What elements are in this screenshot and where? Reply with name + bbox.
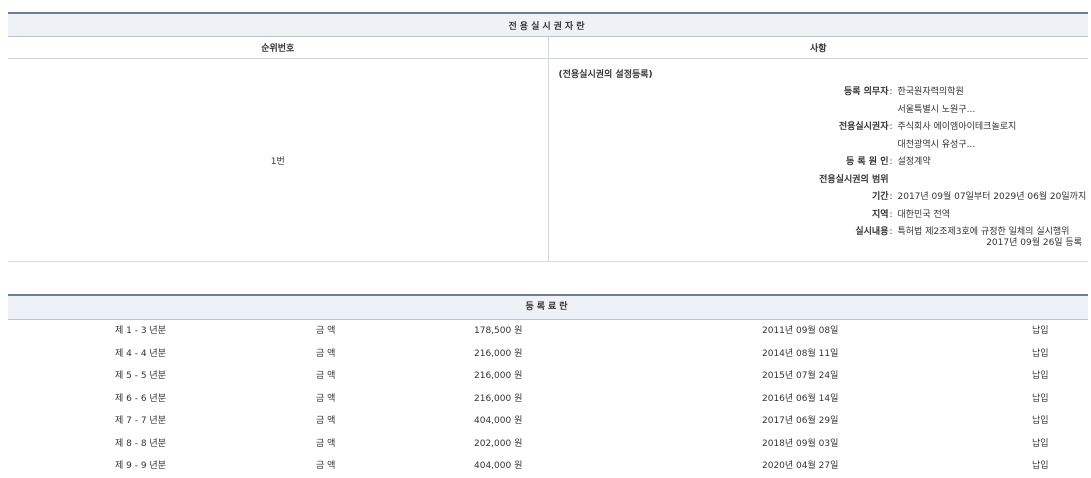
column-header-detail: 사항 xyxy=(548,37,1088,59)
detail-label: 기간 xyxy=(872,189,889,207)
fee-amount: 216,000 원 xyxy=(474,343,522,366)
fee-paid-date: 2017년 06월 29일 xyxy=(762,410,838,433)
detail-row: 서울특별시 노원구... xyxy=(549,102,1091,120)
detail-label: 등 록 원 인 xyxy=(846,154,889,172)
fee-amount: 216,000 원 xyxy=(474,365,522,388)
detail-label: 등록 의무자 xyxy=(844,84,889,102)
fee-period: 제 9 - 9 년분 xyxy=(115,455,166,478)
fee-amount: 404,000 원 xyxy=(474,455,522,478)
fee-row: 제 4 - 4 년분 금 액 216,000 원 2014년 08월 11일 납입 xyxy=(8,343,1088,366)
detail-label: 전용실시권자 xyxy=(839,119,889,137)
fee-paid-date: 2020년 04월 27일 xyxy=(762,455,838,478)
detail-colon: : xyxy=(890,154,893,172)
detail-value: 주식회사 에이엠아이테크놀로지 xyxy=(898,119,1017,137)
fee-paid-date: 2014년 08월 11일 xyxy=(762,343,838,366)
fee-paid-date: 2015년 07월 24일 xyxy=(762,365,838,388)
detail-row: 대전광역시 유성구... xyxy=(549,137,1091,155)
detail-row: 등 록 원 인: 설정계약 xyxy=(549,154,1091,172)
detail-row: 기간:2017년 09월 07일부터 2029년 06월 20일까지 xyxy=(549,189,1091,207)
fee-row: 제 6 - 6 년분 금 액 216,000 원 2016년 06월 14일 납입 xyxy=(8,388,1088,411)
detail-colon: : xyxy=(890,207,893,225)
fee-paid-date: 2018년 09월 03일 xyxy=(762,433,838,456)
detail-rows: 등록 의무자: 한국원자력의학원서울특별시 노원구... 전용실시권자: 주식회사 에… xyxy=(549,84,1091,242)
detail-label: 실시내용 xyxy=(855,224,888,242)
fee-amount-label: 금 액 xyxy=(316,320,335,343)
column-header-rank: 순위번호 xyxy=(8,37,548,59)
detail-row: 지역: 대한민국 전역 xyxy=(549,207,1091,225)
fee-row: 제 5 - 5 년분 금 액 216,000 원 2015년 07월 24일 납입 xyxy=(8,365,1088,388)
detail-cell: (전용실시권의 설정등록) 등록 의무자: 한국원자력의학원서울특별시 노원구..… xyxy=(548,59,1088,262)
detail-label: 전용실시권의 범위 xyxy=(819,172,888,190)
detail-value: 2017년 09월 07일부터 2029년 06월 20일까지 xyxy=(898,189,1087,207)
fee-paid-date: 2011년 09월 08일 xyxy=(762,320,838,343)
page: 전용실시권자란 순위번호 사항 1번 (전용실시권의 설정등록) 등록 의무자:… xyxy=(0,0,1091,478)
fee-period: 제 8 - 8 년분 xyxy=(115,433,166,456)
fee-section-title: 등록료란 xyxy=(8,294,1088,320)
fee-amount-label: 금 액 xyxy=(316,410,335,433)
detail-value: 대전광역시 유성구... xyxy=(898,137,976,155)
detail-row: 전용실시권자: 주식회사 에이엠아이테크놀로지 xyxy=(549,119,1091,137)
fee-amount-label: 금 액 xyxy=(316,365,335,388)
section-title: 전용실시권자란 xyxy=(8,13,1088,37)
registered-date: 2017년 09월 26일 등록 xyxy=(986,235,1082,248)
detail-row: 전용실시권의 범위 xyxy=(549,172,1091,190)
detail-colon: : xyxy=(890,84,893,102)
detail-colon: : xyxy=(890,189,893,207)
detail-value: 한국원자력의학원 xyxy=(898,84,964,102)
fee-amount: 202,000 원 xyxy=(474,433,522,456)
fee-status: 납입 xyxy=(1032,365,1049,388)
fee-amount-label: 금 액 xyxy=(316,343,335,366)
detail-colon: : xyxy=(890,119,893,137)
fee-amount-label: 금 액 xyxy=(316,433,335,456)
fee-amount-label: 금 액 xyxy=(316,455,335,478)
fee-status: 납입 xyxy=(1032,388,1049,411)
fee-amount: 178,500 원 xyxy=(474,320,522,343)
fee-row: 제 9 - 9 년분 금 액 404,000 원 2020년 04월 27일 납입 xyxy=(8,455,1088,478)
rank-number: 1번 xyxy=(8,59,548,262)
detail-value: 서울특별시 노원구... xyxy=(898,102,976,120)
fee-amount-label: 금 액 xyxy=(316,388,335,411)
fee-row: 제 7 - 7 년분 금 액 404,000 원 2017년 06월 29일 납입 xyxy=(8,410,1088,433)
detail-label: 지역 xyxy=(872,207,889,225)
fee-status: 납입 xyxy=(1032,455,1049,478)
detail-colon: : xyxy=(890,224,893,242)
detail-value: 대한민국 전역 xyxy=(898,207,951,225)
fee-status: 납입 xyxy=(1032,320,1049,343)
fee-status: 납입 xyxy=(1032,433,1049,456)
fee-amount: 216,000 원 xyxy=(474,388,522,411)
detail-row: 등록 의무자: 한국원자력의학원 xyxy=(549,84,1091,102)
fee-period: 제 4 - 4 년분 xyxy=(115,343,166,366)
fee-period: 제 5 - 5 년분 xyxy=(115,365,166,388)
fee-period: 제 6 - 6 년분 xyxy=(115,388,166,411)
exclusive-licensee-table: 전용실시권자란 순위번호 사항 1번 (전용실시권의 설정등록) 등록 의무자:… xyxy=(8,12,1088,262)
fee-period: 제 1 - 3 년분 xyxy=(115,320,166,343)
fee-row: 제 8 - 8 년분 금 액 202,000 원 2018년 09월 03일 납입 xyxy=(8,433,1088,456)
fee-status: 납입 xyxy=(1032,410,1049,433)
detail-value: 설정계약 xyxy=(898,154,931,172)
fee-status: 납입 xyxy=(1032,343,1049,366)
fee-row: 제 1 - 3 년분 금 액 178,500 원 2011년 09월 08일 납입 xyxy=(8,320,1088,343)
entry-heading: (전용실시권의 설정등록) xyxy=(559,67,653,80)
fee-paid-date: 2016년 06월 14일 xyxy=(762,388,838,411)
fee-period: 제 7 - 7 년분 xyxy=(115,410,166,433)
fee-amount: 404,000 원 xyxy=(474,410,522,433)
